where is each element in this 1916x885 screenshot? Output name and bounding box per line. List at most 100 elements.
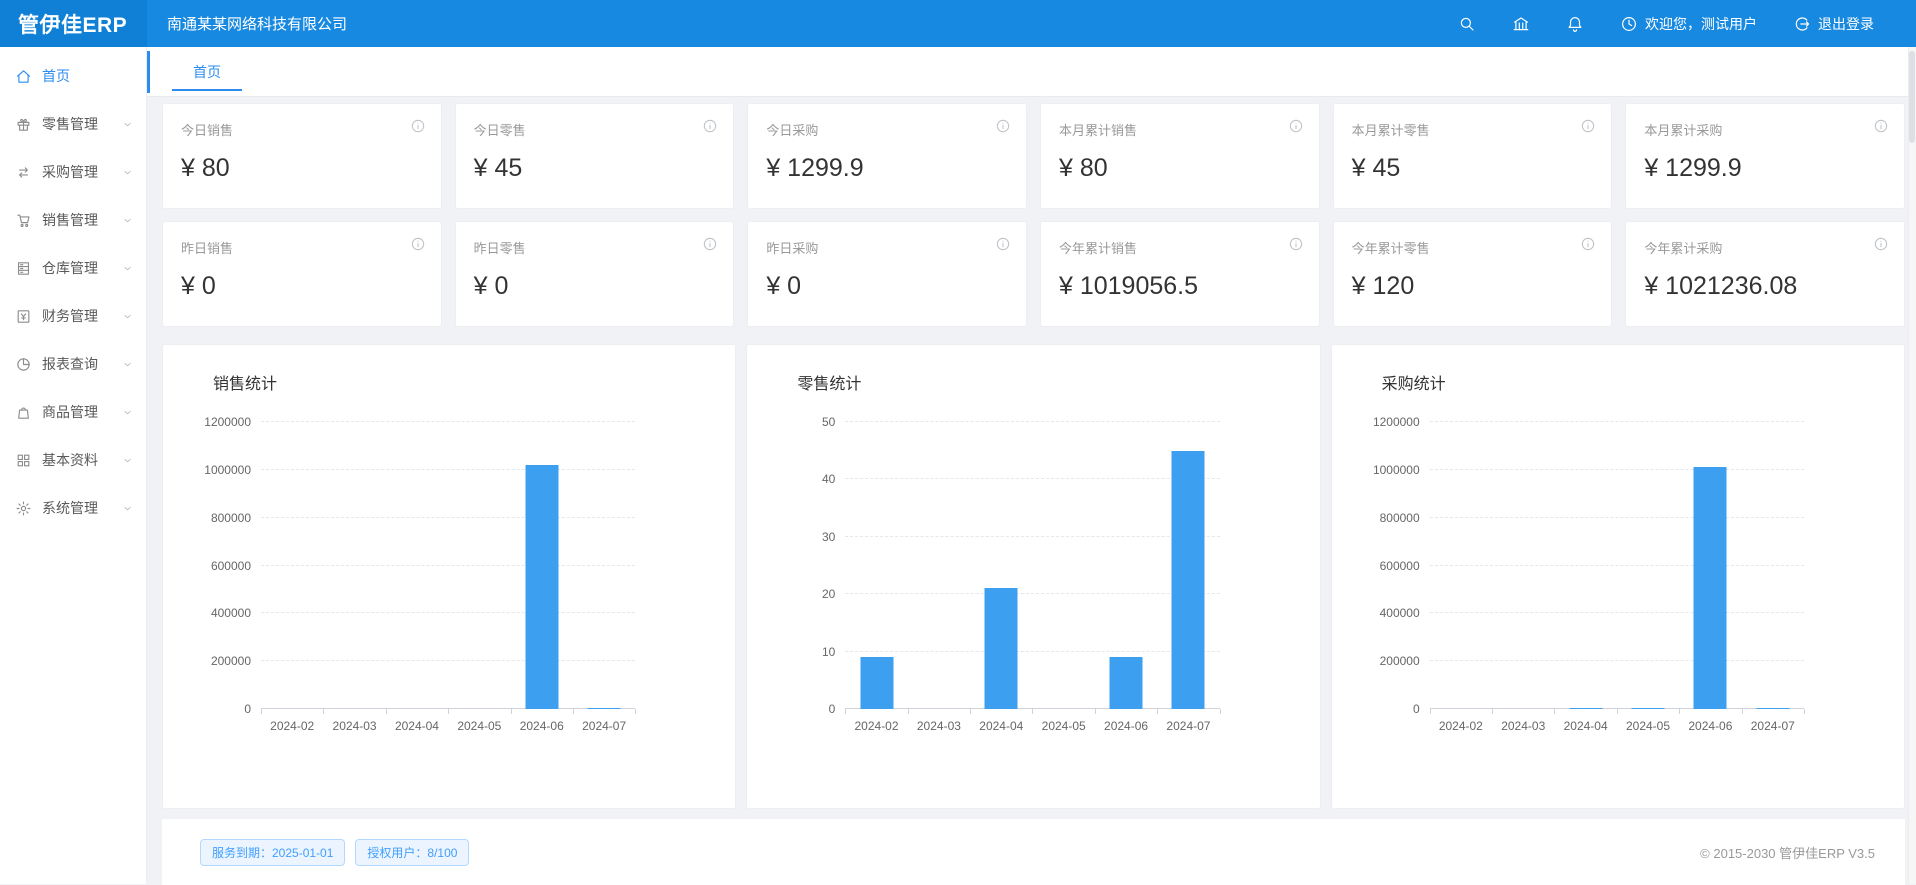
x-axis-label: 2024-03 [1501, 719, 1545, 733]
x-axis-label: 2024-07 [1166, 719, 1210, 733]
stat-value: ¥ 0 [474, 272, 716, 301]
info-icon[interactable] [995, 118, 1011, 134]
system-gear-icon [15, 500, 32, 517]
y-axis-label: 0 [829, 702, 836, 716]
sidebar-item-label: 仓库管理 [42, 258, 122, 278]
chevron-down-icon [122, 359, 133, 370]
chevron-down-icon [122, 167, 133, 178]
report-pie-icon [15, 356, 32, 373]
stat-cards-grid: 今日销售¥ 80今日零售¥ 45今日采购¥ 1299.9本月累计销售¥ 80本月… [162, 103, 1905, 327]
gridline [845, 421, 1219, 422]
bar-2024-06 [525, 465, 558, 709]
x-axis-label: 2024-04 [395, 719, 439, 733]
x-axis-label: 2024-03 [917, 719, 961, 733]
sidebar-item-3[interactable]: 销售管理 [0, 196, 146, 244]
sidebar-item-7[interactable]: 商品管理 [0, 388, 146, 436]
org-button[interactable] [1512, 15, 1530, 33]
stat-value: ¥ 80 [1059, 154, 1301, 183]
bar-2024-05 [1632, 708, 1665, 709]
x-axis-label: 2024-06 [1104, 719, 1148, 733]
stat-label: 今日销售 [181, 120, 423, 139]
info-icon[interactable] [1873, 236, 1889, 252]
x-axis-tick [1032, 709, 1033, 714]
tab-home[interactable]: 首页 [172, 55, 242, 91]
chart-card-2: 采购统计020000040000060000080000010000001200… [1331, 344, 1905, 809]
info-icon[interactable] [410, 118, 426, 134]
chart-plot: 0200000400000600000800000100000012000002… [261, 422, 635, 709]
company-name: 南通某某网络科技有限公司 [167, 13, 347, 34]
chart-title: 销售统计 [213, 370, 277, 394]
info-icon [1288, 236, 1304, 252]
stat-label: 今年累计采购 [1644, 238, 1886, 257]
x-axis-tick [1095, 709, 1096, 714]
y-axis-label: 200000 [211, 654, 251, 668]
sidebar-item-1[interactable]: 零售管理 [0, 100, 146, 148]
app-logo[interactable]: 管伊佳ERP [0, 0, 147, 47]
charts-row: 销售统计 020000040000060000080000010000001200… [162, 344, 1905, 809]
bar-2024-07 [1756, 708, 1789, 709]
page-scrollbar[interactable] [1908, 47, 1916, 884]
scrollbar-thumb[interactable] [1909, 51, 1915, 143]
y-axis-label: 0 [1413, 702, 1420, 716]
notification-button[interactable] [1566, 15, 1584, 33]
org-icon [1512, 15, 1530, 33]
finance-icon [15, 308, 32, 325]
welcome-user[interactable]: 欢迎您，测试用户 [1620, 14, 1757, 34]
top-header: 管伊佳ERP 南通某某网络科技有限公司 欢迎您，测试用户 退出登录 [0, 0, 1916, 47]
sidebar-item-0[interactable]: 首页 [0, 52, 146, 100]
x-axis-label: 2024-07 [582, 719, 626, 733]
stat-label: 本月累计零售 [1352, 120, 1594, 139]
sidebar-item-5[interactable]: 财务管理 [0, 292, 146, 340]
gridline [261, 660, 635, 661]
basic-data-icon [15, 452, 32, 469]
sidebar-item-4[interactable]: 仓库管理 [0, 244, 146, 292]
sidebar-item-9[interactable]: 系统管理 [0, 484, 146, 532]
info-icon[interactable] [702, 118, 718, 134]
gridline [261, 469, 635, 470]
logout-button[interactable]: 退出登录 [1793, 14, 1874, 34]
stat-card: 昨日销售¥ 0 [162, 221, 442, 327]
gridline [1430, 565, 1804, 566]
x-axis-label: 2024-05 [457, 719, 501, 733]
x-axis-tick [1157, 709, 1158, 714]
x-axis-tick [845, 709, 846, 714]
gridline [261, 565, 635, 566]
purchase-icon [15, 164, 32, 181]
info-icon[interactable] [410, 236, 426, 252]
x-axis-label: 2024-05 [1042, 719, 1086, 733]
logout-icon [1793, 15, 1811, 33]
sidebar-item-label: 系统管理 [42, 498, 122, 518]
copyright-text: © 2015-2030 管伊佳ERP V3.5 [1700, 843, 1875, 862]
sidebar-item-6[interactable]: 报表查询 [0, 340, 146, 388]
sidebar-item-label: 基本资料 [42, 450, 122, 470]
info-icon[interactable] [1288, 118, 1304, 134]
gridline [261, 421, 635, 422]
info-icon[interactable] [702, 236, 718, 252]
clock-icon [1620, 15, 1638, 33]
info-icon[interactable] [1288, 236, 1304, 252]
bar-2024-04 [985, 588, 1018, 709]
sidebar-item-2[interactable]: 采购管理 [0, 148, 146, 196]
stat-value: ¥ 45 [474, 154, 716, 183]
sidebar-item-8[interactable]: 基本资料 [0, 436, 146, 484]
stat-value: ¥ 0 [181, 272, 423, 301]
info-icon[interactable] [1873, 118, 1889, 134]
license-badges: 服务到期：2025-01-01 授权用户：8/100 [200, 839, 469, 866]
stat-label: 昨日采购 [766, 238, 1008, 257]
info-icon [1873, 236, 1889, 252]
gridline [845, 536, 1219, 537]
warehouse-icon [15, 260, 32, 277]
x-axis-tick [323, 709, 324, 714]
gridline [1430, 612, 1804, 613]
logout-label: 退出登录 [1818, 14, 1874, 34]
info-icon[interactable] [995, 236, 1011, 252]
y-axis-label: 20 [822, 587, 835, 601]
info-icon[interactable] [1580, 118, 1596, 134]
search-button[interactable] [1458, 15, 1476, 33]
gridline [1430, 660, 1804, 661]
chevron-down-icon [122, 407, 133, 418]
sidebar-menu: 首页零售管理采购管理销售管理仓库管理财务管理报表查询商品管理基本资料系统管理 [0, 47, 147, 884]
search-icon [1458, 15, 1476, 33]
info-icon[interactable] [1580, 236, 1596, 252]
info-icon [1288, 118, 1304, 134]
